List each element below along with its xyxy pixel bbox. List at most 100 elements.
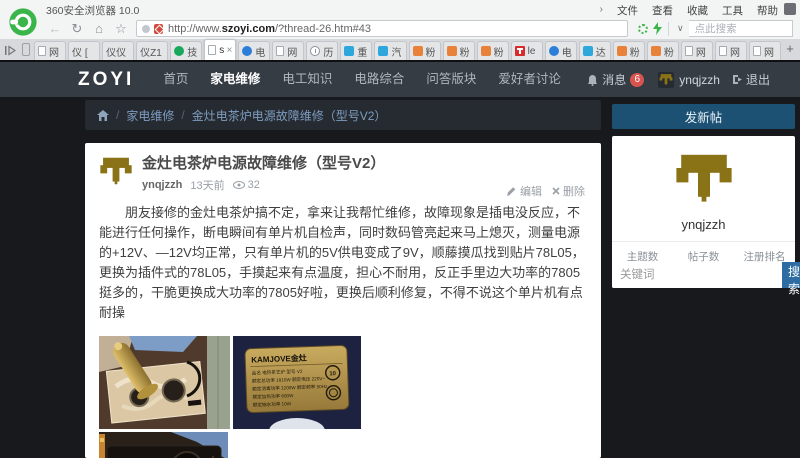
refresh-icon[interactable]: ↻ xyxy=(66,18,88,39)
post-author[interactable]: ynqjzzh xyxy=(142,179,182,191)
browser-tab[interactable]: 粉 xyxy=(408,41,441,60)
edit-button[interactable]: 编辑 xyxy=(507,183,542,199)
url-prefix: http://www. xyxy=(168,22,222,35)
toolbar-right: ∨ xyxy=(634,20,793,37)
menu-view[interactable]: 查看 xyxy=(652,3,673,18)
page-favicon xyxy=(208,45,217,55)
home-favicon xyxy=(344,46,355,56)
browser-tab-active[interactable]: s × xyxy=(204,39,237,60)
mobile-sync-icon[interactable] xyxy=(22,43,30,56)
browser-tab[interactable]: 电 xyxy=(238,41,271,60)
nav-appliance-repair[interactable]: 家电维修 xyxy=(199,62,271,97)
browser-tab[interactable]: le xyxy=(510,41,543,60)
user-nav: 消息 6 ynqjzzh 退出 xyxy=(587,62,770,97)
back-icon[interactable]: ← xyxy=(44,18,66,39)
browser-tab[interactable]: 粉 xyxy=(612,41,645,60)
titlebar-extra-icon[interactable] xyxy=(784,3,796,15)
nav-qa[interactable]: 问答版块 xyxy=(415,62,487,97)
logout-link[interactable]: 退出 xyxy=(732,71,770,88)
browser-tab[interactable]: 仪仪 xyxy=(102,41,135,60)
toolbar-divider xyxy=(668,21,669,36)
profile-avatar[interactable] xyxy=(674,150,734,210)
delete-button[interactable]: 删除 xyxy=(552,183,585,199)
messages-badge[interactable]: 6 xyxy=(630,72,645,87)
page-favicon xyxy=(752,46,761,56)
browser-tab[interactable]: 仪Z1 xyxy=(136,41,169,60)
keyword-input[interactable] xyxy=(612,262,782,288)
browser-tab[interactable]: 网 xyxy=(714,41,747,60)
quick-search-input[interactable] xyxy=(688,20,793,37)
browser-tab[interactable]: 重 xyxy=(340,41,373,60)
browser-tab[interactable]: 网 xyxy=(680,41,713,60)
browser-tab[interactable]: 网 xyxy=(272,41,305,60)
browser-tab[interactable]: 粉 xyxy=(646,41,679,60)
orange-favicon xyxy=(446,46,457,56)
browser-tab[interactable]: 电 xyxy=(544,41,577,60)
nav-home[interactable]: 首页 xyxy=(152,62,199,97)
main-nav: 首页 家电维修 电工知识 电路综合 问答版块 爱好者讨论 xyxy=(152,62,572,97)
username-link[interactable]: ynqjzzh xyxy=(679,73,720,87)
post-author-avatar[interactable] xyxy=(99,155,133,189)
nav-circuits[interactable]: 电路综合 xyxy=(343,62,415,97)
browser-window: 360安全浏览器 10.0 › 文件 查看 收藏 工具 帮助 ← ↻ ⌂ ☆ h… xyxy=(0,0,800,458)
profile-username[interactable]: ynqjzzh xyxy=(612,217,795,232)
breadcrumb-thread: 金灶电茶炉电源故障维修（型号V2） xyxy=(191,108,387,123)
extension-wheel-icon[interactable] xyxy=(638,23,648,34)
close-icon[interactable]: × xyxy=(224,45,232,56)
logout-label: 退出 xyxy=(745,73,770,87)
browser-tab[interactable]: 粉 xyxy=(442,41,475,60)
search-button[interactable]: 搜索 xyxy=(782,262,800,296)
breadcrumb-forum-link[interactable]: 家电维修 xyxy=(126,107,174,124)
bell-icon[interactable] xyxy=(587,74,598,86)
menu-help[interactable]: 帮助 xyxy=(757,3,778,18)
browser-tab[interactable]: 达 xyxy=(578,41,611,60)
home-icon[interactable]: ⌂ xyxy=(88,18,110,39)
breadcrumb-home-icon[interactable] xyxy=(97,109,109,121)
menu-tools[interactable]: 工具 xyxy=(722,3,743,18)
cert-warning-icon[interactable] xyxy=(154,23,163,34)
browser-tab[interactable]: 网 xyxy=(748,41,782,60)
post-image-nameplate[interactable]: KAMJOVE金灶 品名 电热茶艺炉 型号 V2 额定总功率 1810W 额定电… xyxy=(233,336,361,429)
clock-favicon xyxy=(310,46,321,56)
orange-favicon xyxy=(616,46,627,56)
nav-hobbyist[interactable]: 爱好者讨论 xyxy=(487,62,572,97)
nav-electrician[interactable]: 电工知识 xyxy=(271,62,343,97)
speed-bolt-icon[interactable] xyxy=(652,22,663,35)
page-favicon xyxy=(276,46,285,56)
post-title: 金灶电茶炉电源故障维修（型号V2） xyxy=(142,155,386,172)
user-avatar[interactable] xyxy=(658,71,675,88)
messages-link[interactable]: 消息 xyxy=(602,71,626,88)
menu-favorites[interactable]: 收藏 xyxy=(687,3,708,18)
browser-tab[interactable]: 网 xyxy=(34,41,67,60)
new-tab-button[interactable]: + xyxy=(782,41,798,56)
browser-tab[interactable]: 技 xyxy=(170,41,203,60)
browser-menubar: › 文件 查看 收藏 工具 帮助 xyxy=(600,3,779,18)
post-image-stove-底壳[interactable] xyxy=(99,432,228,458)
delete-label: 删除 xyxy=(563,186,585,198)
url-domain: szoyi.com xyxy=(221,22,275,35)
pencil-icon xyxy=(507,187,516,196)
shield-favicon xyxy=(174,46,185,56)
chevron-down-icon[interactable]: ∨ xyxy=(674,23,687,34)
address-bar[interactable]: http://www.szoyi.com/?thread-26.htm#43 xyxy=(136,20,628,37)
browser-tab[interactable]: 历 xyxy=(306,41,339,60)
eye-icon xyxy=(232,181,245,189)
tab-list-icon[interactable] xyxy=(5,45,16,56)
site-logo[interactable]: ZOYI xyxy=(78,69,134,91)
menu-more-icon[interactable]: › xyxy=(600,3,604,18)
url-text[interactable]: http://www.szoyi.com/?thread-26.htm#43 xyxy=(168,23,371,35)
new-post-button[interactable]: 发新帖 xyxy=(612,104,795,129)
browser-tab[interactable]: 仪 [ xyxy=(68,41,101,60)
browser-360-logo-icon[interactable] xyxy=(7,6,39,38)
site-info-icon[interactable] xyxy=(142,24,150,33)
menu-file[interactable]: 文件 xyxy=(617,3,638,18)
post-image-tea-stove[interactable] xyxy=(99,336,230,429)
post-actions: 编辑 删除 xyxy=(507,183,585,199)
browser-tab[interactable]: 粉 xyxy=(476,41,509,60)
bookmark-star-icon[interactable]: ☆ xyxy=(110,18,132,39)
post-images-row xyxy=(99,432,587,458)
paw-favicon xyxy=(242,46,253,56)
views-count: 32 xyxy=(247,179,260,191)
browser-tab[interactable]: 汽 xyxy=(374,41,407,60)
post-body: 朋友接修的金灶电茶炉搞不定，拿来让我帮忙维修，故障现象是插电没反应，不能进行任何… xyxy=(99,205,585,320)
